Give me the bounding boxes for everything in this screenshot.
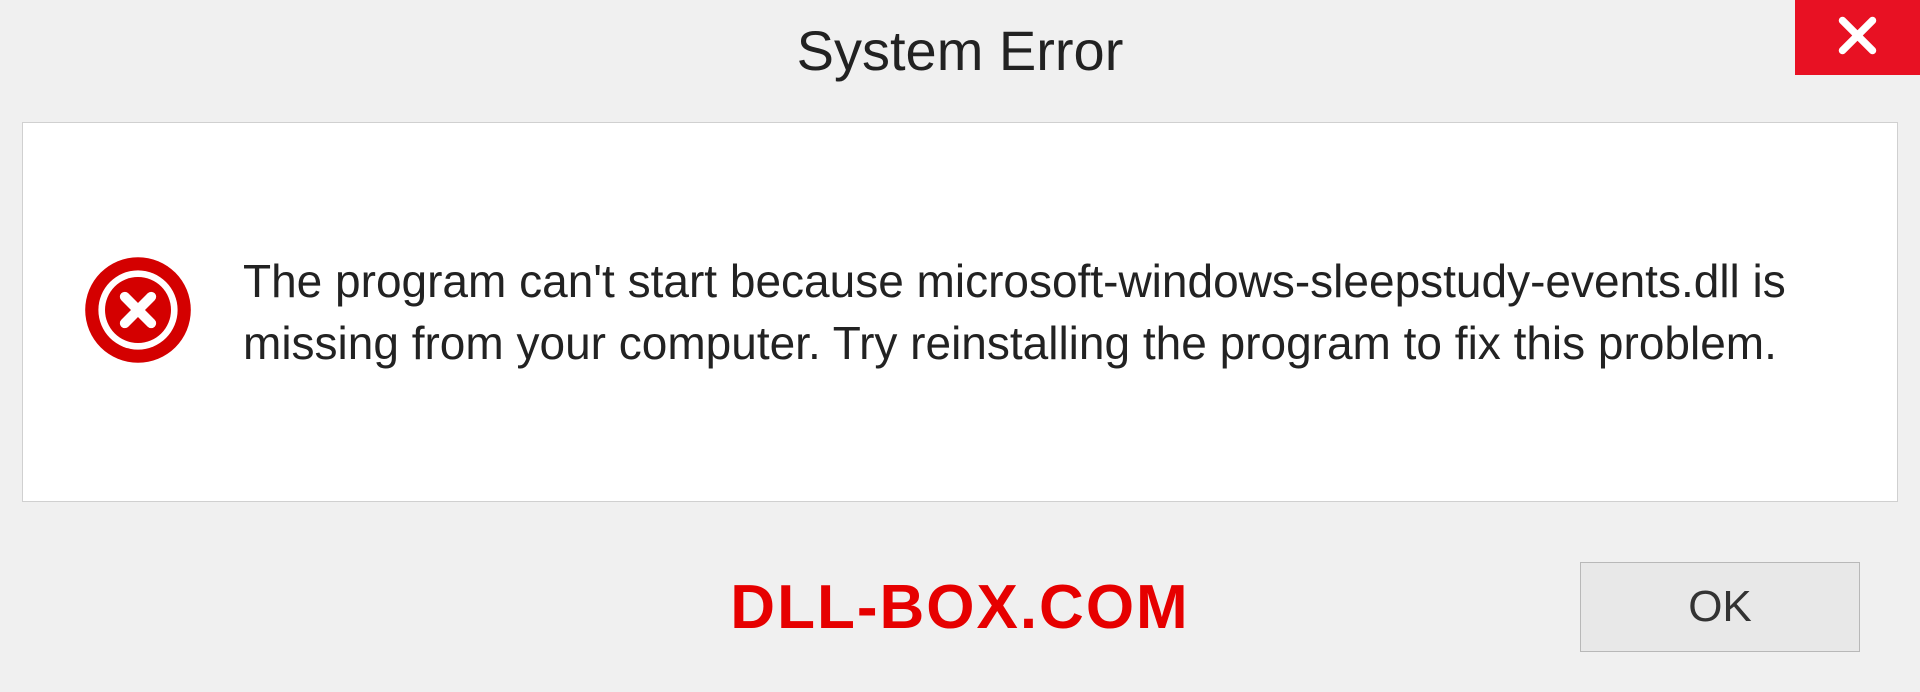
dialog-footer: DLL-BOX.COM OK (0, 562, 1920, 652)
watermark-text: DLL-BOX.COM (730, 572, 1189, 643)
content-panel: The program can't start because microsof… (22, 122, 1898, 502)
dialog-title: System Error (797, 18, 1124, 83)
close-icon (1835, 13, 1880, 63)
close-button[interactable] (1795, 0, 1920, 75)
ok-button[interactable]: OK (1580, 562, 1860, 652)
error-message: The program can't start because microsof… (243, 250, 1837, 374)
error-icon (83, 255, 193, 370)
titlebar: System Error (0, 0, 1920, 100)
error-dialog: System Error The program can't start bec… (0, 0, 1920, 692)
